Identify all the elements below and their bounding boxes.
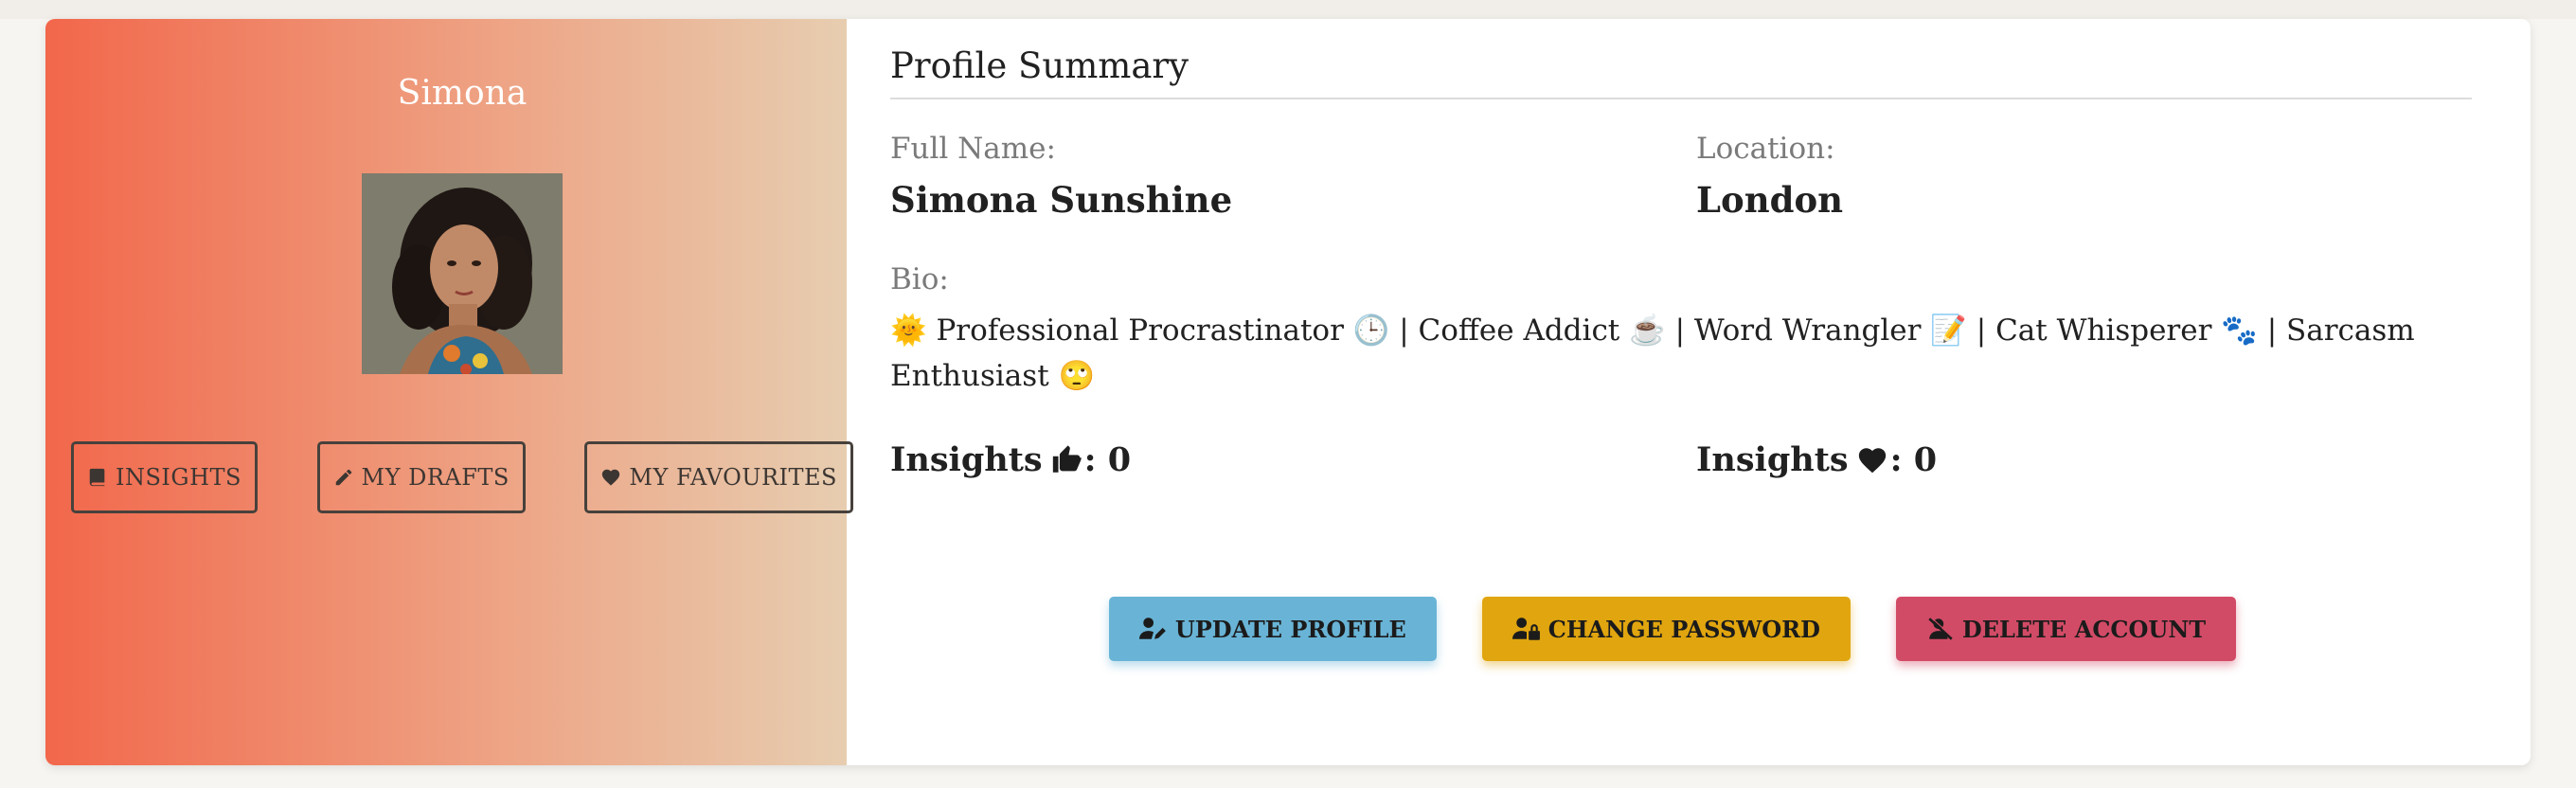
top-bar bbox=[0, 0, 2576, 19]
hearts-stat-count: : 0 bbox=[1889, 440, 1938, 479]
delete-account-label: DELETE ACCOUNT bbox=[1961, 615, 2207, 643]
my-favourites-button-label: MY FAVOURITES bbox=[629, 464, 837, 491]
username: Simona bbox=[397, 74, 528, 113]
insights-stats: Insights : 0 Insights : 0 bbox=[890, 440, 2502, 479]
hearts-stat: Insights : 0 bbox=[1696, 440, 2502, 479]
avatar bbox=[362, 173, 563, 374]
update-profile-label: UPDATE PROFILE bbox=[1174, 615, 1406, 643]
profile-card: Simona INSIGHTS MY DRAFTS MY FAVOURITES … bbox=[45, 19, 2531, 765]
summary-title: Profile Summary bbox=[890, 45, 2472, 99]
full-name-label: Full Name: bbox=[890, 132, 1056, 166]
likes-stat: Insights : 0 bbox=[890, 440, 1696, 479]
profile-sidebar: Simona INSIGHTS MY DRAFTS MY FAVOURITES bbox=[45, 19, 853, 765]
heart-icon bbox=[602, 469, 620, 486]
name-location-row: Full Name: Simona Sunshine Location: Lon… bbox=[890, 132, 2502, 221]
avatar-image bbox=[362, 173, 563, 374]
likes-stat-count: : 0 bbox=[1083, 440, 1132, 479]
my-drafts-button[interactable]: MY DRAFTS bbox=[316, 441, 526, 513]
user-edit-icon bbox=[1138, 618, 1166, 639]
thumbs-up-icon bbox=[1052, 444, 1082, 473]
full-name-value: Simona Sunshine bbox=[890, 179, 1233, 221]
my-favourites-button[interactable]: MY FAVOURITES bbox=[584, 441, 853, 513]
insights-button-label: INSIGHTS bbox=[116, 464, 242, 491]
full-name-field: Full Name: Simona Sunshine bbox=[890, 132, 1696, 221]
location-field: Location: London bbox=[1696, 132, 2502, 221]
profile-summary: Profile Summary Full Name: Simona Sunshi… bbox=[847, 19, 2531, 765]
delete-account-button[interactable]: DELETE ACCOUNT bbox=[1895, 597, 2237, 661]
update-profile-button[interactable]: UPDATE PROFILE bbox=[1108, 597, 1437, 661]
my-drafts-button-label: MY DRAFTS bbox=[361, 464, 510, 491]
change-password-button[interactable]: CHANGE PASSWORD bbox=[1481, 597, 1851, 661]
bio-label: Bio: bbox=[890, 262, 949, 296]
hearts-stat-label: Insights bbox=[1696, 440, 1849, 479]
pencil-icon bbox=[335, 469, 351, 486]
heart-icon bbox=[1858, 447, 1886, 473]
bio-text: 🌞 Professional Procrastinator 🕒 | Coffee… bbox=[890, 313, 2415, 393]
book-icon bbox=[89, 468, 105, 487]
likes-stat-label: Insights bbox=[890, 440, 1043, 479]
location-value: London bbox=[1696, 179, 1844, 221]
insights-button[interactable]: INSIGHTS bbox=[71, 441, 258, 513]
account-actions: UPDATE PROFILE CHANGE PASSWORD DELETE AC… bbox=[847, 597, 2498, 661]
user-lock-icon bbox=[1512, 618, 1540, 640]
bio-field: Bio: 🌞 Professional Procrastinator 🕒 | C… bbox=[890, 262, 2502, 399]
change-password-label: CHANGE PASSWORD bbox=[1547, 615, 1820, 643]
user-slash-icon bbox=[1928, 617, 1954, 640]
profile-nav: INSIGHTS MY DRAFTS MY FAVOURITES bbox=[71, 441, 853, 513]
location-label: Location: bbox=[1696, 132, 1835, 166]
